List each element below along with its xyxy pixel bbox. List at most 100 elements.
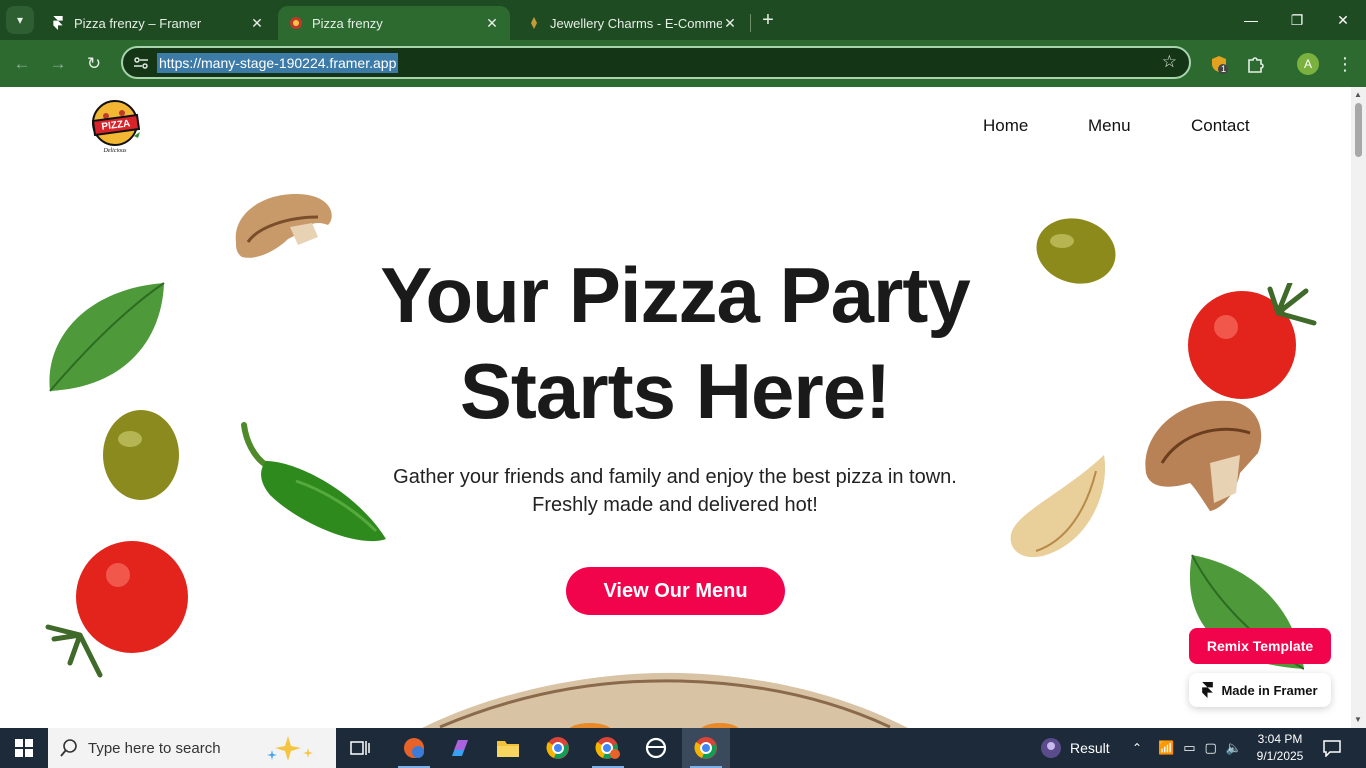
volume-icon[interactable]: 🔈 [1226,740,1242,756]
tab-title: Pizza frenzy [312,15,383,31]
meet-now-icon[interactable]: ▢ [1204,740,1216,756]
bookmark-star-icon[interactable]: ☆ [1162,52,1177,72]
pizza-logo[interactable]: PIZZA Delicious [84,96,146,158]
extension-shield-icon[interactable]: 1 [1205,50,1233,78]
browser-tab-bar: ▾ Pizza frenzy – Framer ✕ Pizza frenzy ✕… [0,0,1366,40]
windows-taskbar: Type here to search Result ⌃ 📶 ▭ ▢ 🔈 3:0… [0,728,1366,768]
notifications-button[interactable] [1322,728,1342,768]
chevron-down-icon: ▾ [16,13,24,27]
pizza-favicon [288,15,304,31]
more-menu-icon[interactable]: ⋮ [1331,50,1359,78]
tab-search-button[interactable]: ▾ [6,6,34,34]
task-view-icon [350,741,370,755]
tab-separator [750,14,751,32]
hero-title-line-2: Starts Here! [459,347,891,435]
taskbar-clock[interactable]: 3:04 PM 9/1/2025 [1248,731,1312,765]
olive-image [103,410,179,500]
tray-result-label: Result [1070,740,1110,756]
chevron-up-icon: ⌃ [1132,741,1143,755]
taskbar-app-copilot[interactable] [436,728,484,768]
browser-toolbar: ← → ↻ https://many-stage-190224.framer.a… [0,40,1366,87]
taskbar-search-box[interactable]: Type here to search [48,728,336,768]
clock-time: 3:04 PM [1257,732,1303,746]
chrome-icon [694,737,717,759]
made-in-framer-label: Made in Framer [1221,682,1318,698]
cherry-tomato-image [45,541,188,678]
hero-subtitle: Gather your friends and family and enjoy… [340,463,1010,519]
network-icon[interactable]: 📶 [1158,740,1174,756]
reload-button[interactable]: ↻ [80,50,108,78]
reload-icon: ↻ [86,54,102,73]
battery-icon[interactable]: ▭ [1183,740,1195,756]
scrollbar-thumb[interactable] [1355,103,1362,157]
hero-title: Your Pizza Party Starts Here! [320,247,1030,439]
search-icon [60,739,77,757]
task-view-button[interactable] [336,728,384,768]
taskbar-app-chrome-active[interactable] [682,728,730,768]
extensions-puzzle-icon[interactable] [1241,50,1269,78]
scroll-down-arrow-icon[interactable]: ▼ [1354,715,1362,724]
url-text[interactable]: https://many-stage-190224.framer.app [157,53,399,73]
loading-favicon [526,15,542,31]
framer-icon [50,15,66,31]
start-button[interactable] [0,728,48,768]
scroll-up-arrow-icon[interactable]: ▲ [1354,90,1362,99]
minimize-button[interactable]: — [1228,0,1274,40]
back-button[interactable]: ← [8,50,36,78]
windows-logo-icon [15,739,33,757]
tab-pizza-frenzy-framer[interactable]: Pizza frenzy – Framer ✕ [40,6,275,40]
minimize-icon: — [1244,12,1258,28]
address-bar[interactable]: https://many-stage-190224.framer.app ☆ [121,46,1191,79]
site-settings-icon[interactable] [131,53,151,73]
search-placeholder: Type here to search [88,739,221,757]
tab-jewellery-charms[interactable]: Jewellery Charms - E-Commerce ✕ [516,6,748,40]
system-tray-icons[interactable]: 📶 ▭ ▢ 🔈 [1158,728,1242,768]
close-window-button[interactable]: ✕ [1320,0,1366,40]
taskbar-app-chrome-profile[interactable] [584,728,632,768]
framer-icon [1202,682,1214,698]
folder-icon [497,741,519,757]
extension-badge: 1 [1221,64,1227,74]
close-icon[interactable]: ✕ [722,15,738,31]
made-in-framer-badge[interactable]: Made in Framer [1189,673,1331,707]
arrow-left-icon: ← [13,54,31,73]
view-menu-button[interactable]: View Our Menu [566,567,785,615]
plus-icon: + [762,8,774,31]
page-scrollbar[interactable]: ▲ ▼ [1351,87,1366,728]
profile-avatar[interactable]: A [1297,53,1319,75]
taskbar-app-file-explorer[interactable] [484,728,532,768]
game-app-icon [404,738,424,758]
forward-button[interactable]: → [44,50,72,78]
olive-image [1036,218,1116,284]
restore-button[interactable]: ❐ [1274,0,1320,40]
copilot-icon [452,740,468,756]
basil-leaf-image [49,282,165,392]
notification-icon [1323,740,1341,757]
chrome-icon [546,737,569,759]
tab-title: Jewellery Charms - E-Commerce [550,15,722,31]
close-icon[interactable]: ✕ [249,15,265,31]
taskbar-app-chrome[interactable] [534,728,582,768]
result-widget-icon [1041,738,1061,758]
garlic-clove-image [1010,455,1106,558]
tab-pizza-frenzy[interactable]: Pizza frenzy ✕ [278,6,510,40]
tray-result-widget[interactable]: Result [1040,728,1110,768]
copilot-sparkle-icon[interactable] [264,734,324,762]
clock-date: 9/1/2025 [1256,749,1304,763]
show-hidden-icons-button[interactable]: ⌃ [1132,728,1142,768]
nav-home[interactable]: Home [983,116,1028,136]
taskbar-app-threads[interactable] [632,728,680,768]
new-tab-button[interactable]: + [756,8,780,32]
hero-subtitle-line-1: Gather your friends and family and enjoy… [393,466,957,488]
cherry-tomato-image [1188,283,1317,399]
logo-subtext: Delicious [103,148,128,154]
hero-subtitle-line-2: Freshly made and delivered hot! [532,494,818,516]
hero-title-line-1: Your Pizza Party [380,251,970,339]
remix-template-button[interactable]: Remix Template [1189,628,1331,664]
nav-contact[interactable]: Contact [1191,116,1250,136]
close-icon[interactable]: ✕ [484,15,500,31]
pizza-image [422,672,908,728]
taskbar-app-game[interactable] [390,728,438,768]
nav-menu[interactable]: Menu [1088,116,1131,136]
close-icon: ✕ [1337,11,1349,28]
